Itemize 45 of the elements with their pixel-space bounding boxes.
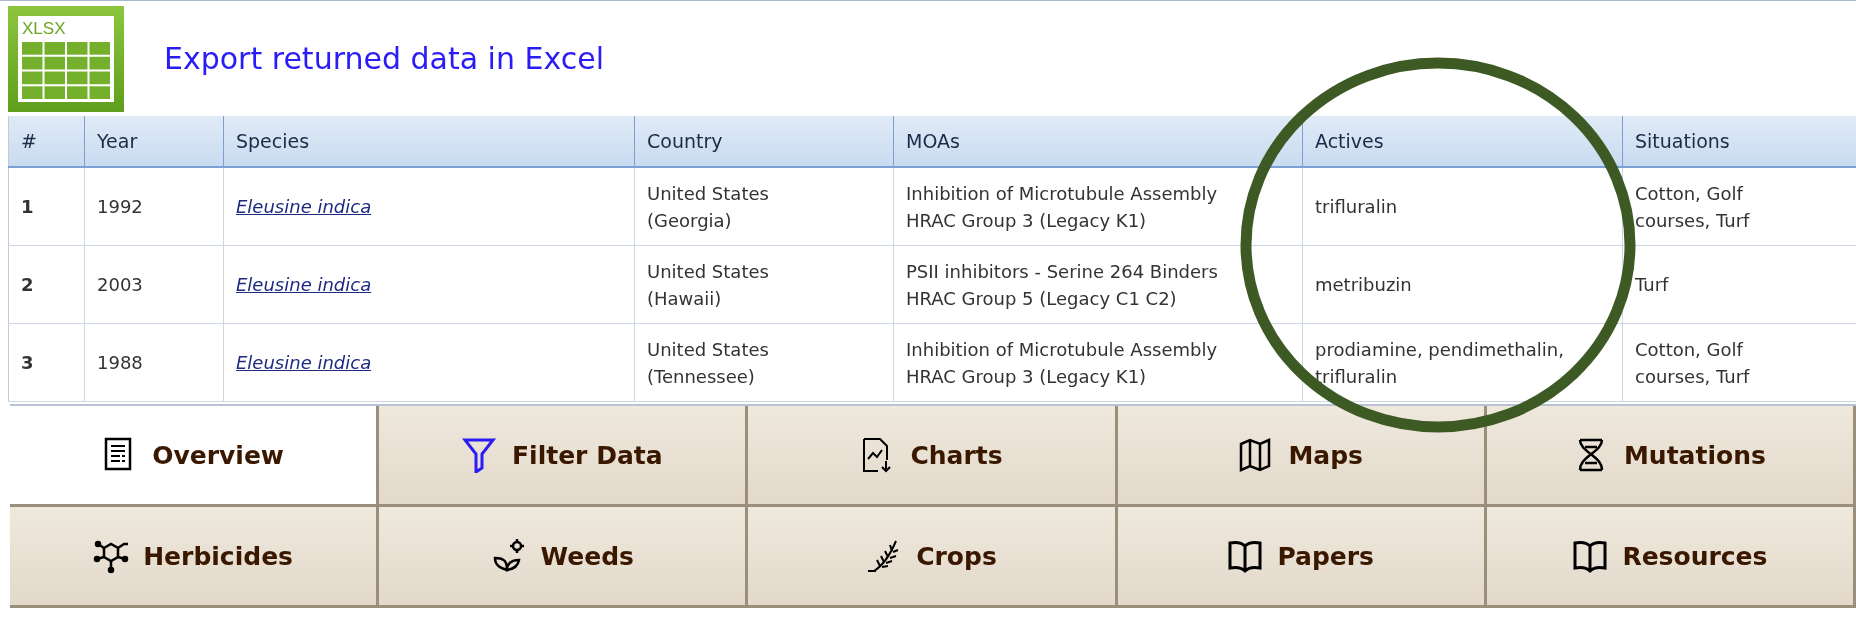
molecule-icon [93, 538, 130, 574]
table-cell: 2003 [84, 245, 224, 324]
table-cell: Cotton, Golf courses, Turf [1622, 167, 1856, 246]
export-link[interactable]: Export returned data in Excel [164, 41, 604, 76]
species-link[interactable]: Eleusine indica [236, 274, 372, 295]
column-header[interactable]: MOAs [893, 116, 1303, 167]
column-header[interactable]: Situations [1622, 116, 1856, 167]
nav-tab[interactable]: Mutations [1486, 406, 1856, 507]
icon-label: XLSX [22, 18, 67, 39]
nav-tab[interactable]: Crops [748, 507, 1118, 608]
table-cell: metribuzin [1302, 245, 1623, 324]
table-cell: trifluralin [1302, 167, 1623, 246]
table-cell: United States (Georgia) [634, 167, 894, 246]
nav-tab[interactable]: Weeds [379, 507, 749, 608]
column-header[interactable]: Species [223, 116, 635, 167]
table-cell: Inhibition of Microtubule Assembly HRAC Group 3 (Legacy K1) [893, 167, 1303, 246]
species-link[interactable]: Eleusine indica [236, 352, 372, 373]
nav-tab[interactable]: Filter Data [379, 406, 749, 507]
column-header[interactable]: # [8, 116, 85, 167]
book-icon [1227, 538, 1264, 574]
column-header[interactable]: Actives [1302, 116, 1623, 167]
table-cell: 2 [8, 245, 85, 324]
table-cell: Turf [1622, 245, 1856, 324]
nav-tab[interactable]: Resources [1486, 507, 1856, 608]
table-cell: Inhibition of Microtubule Assembly HRAC Group 3 (Legacy K1) [893, 323, 1303, 402]
nav-tab[interactable]: Overview [10, 406, 380, 507]
table-cell: 3 [8, 323, 85, 402]
column-header[interactable]: Country [634, 116, 894, 167]
nav-tab[interactable]: Herbicides [10, 507, 380, 608]
filter-icon [462, 437, 498, 473]
table-cell: 1 [8, 167, 85, 246]
nav-tab[interactable]: Maps [1117, 406, 1487, 507]
table-cell: United States (Hawaii) [634, 245, 894, 324]
species-link[interactable]: Eleusine indica [236, 196, 372, 217]
table-cell: United States (Tennessee) [634, 323, 894, 402]
book-icon [1572, 538, 1609, 574]
table-cell: 1992 [84, 167, 224, 246]
table-cell: Cotton, Golf courses, Turf [1622, 323, 1856, 402]
grid-icon [22, 41, 110, 99]
column-header[interactable]: Year [84, 116, 224, 167]
nav-tab[interactable]: Charts [748, 406, 1118, 507]
table-cell: prodiamine, pendimethalin, trifluralin [1302, 323, 1623, 402]
nav-tab[interactable]: Papers [1117, 507, 1487, 608]
table-cell: 1988 [84, 323, 224, 402]
table-cell: PSII inhibitors - Serine 264 Binders HRAC Group 5 (Legacy C1 C2) [893, 245, 1303, 324]
